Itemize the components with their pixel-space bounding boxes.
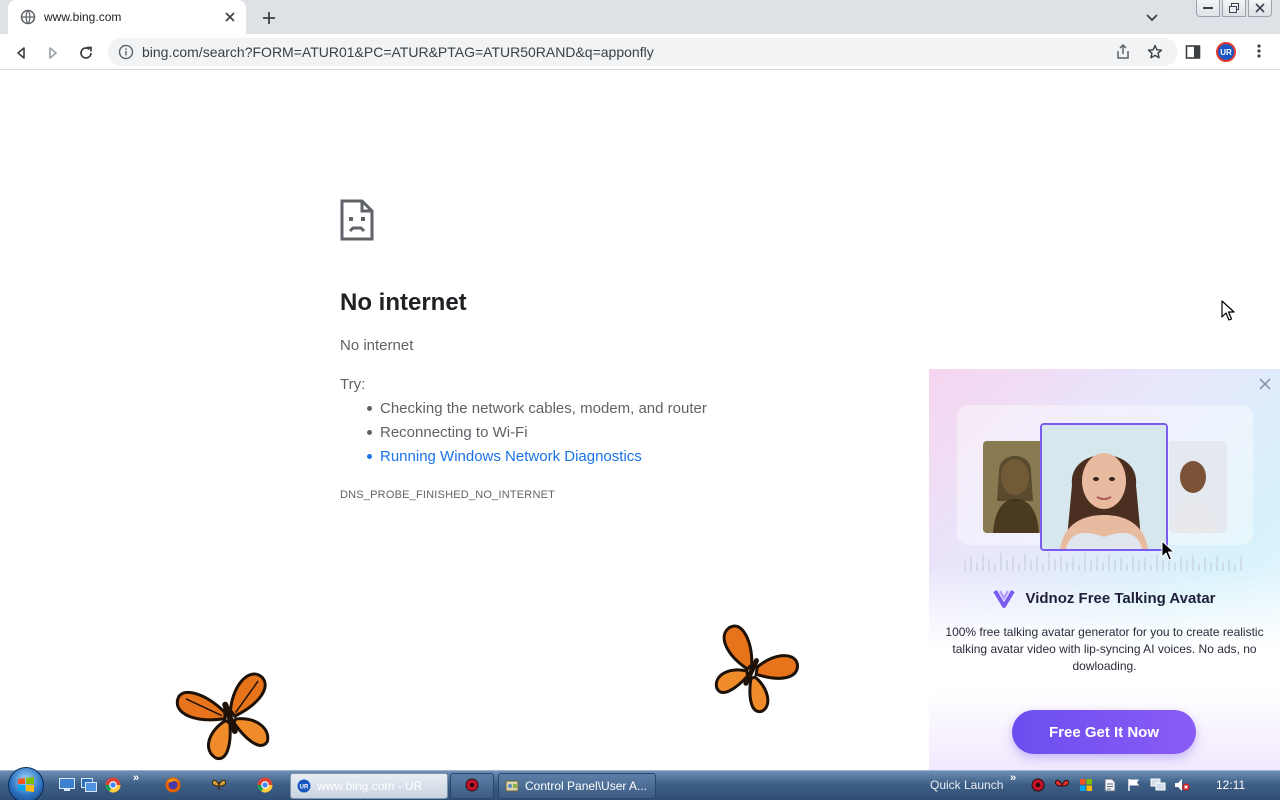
- browser-toolbar: bing.com/search?FORM=ATUR01&PC=ATUR&PTAG…: [0, 34, 1280, 70]
- error-title: No internet: [340, 289, 467, 316]
- page-content: No internet No internet Try: Checking th…: [0, 71, 1280, 770]
- suggestion-list: Checking the network cables, modem, and …: [367, 400, 707, 472]
- new-tab-button[interactable]: [258, 7, 280, 29]
- close-window-button[interactable]: [1248, 0, 1272, 17]
- reload-button[interactable]: [75, 42, 97, 64]
- ur-browser-icon: UR: [297, 779, 311, 793]
- suggestion-item: Reconnecting to Wi-Fi: [367, 424, 707, 448]
- mouse-cursor-icon: [1221, 300, 1235, 321]
- restore-button[interactable]: [1222, 0, 1246, 17]
- svg-text:UR: UR: [300, 785, 309, 791]
- tab-title: www.bing.com: [44, 10, 122, 24]
- error-subtitle: No internet: [340, 337, 414, 354]
- butterfly-app-icon[interactable]: [210, 776, 228, 794]
- error-code: DNS_PROBE_FINISHED_NO_INTERNET: [340, 489, 556, 501]
- quick-launch-overflow-icon[interactable]: »: [133, 772, 139, 784]
- windows-logo-icon: [18, 777, 34, 792]
- vidnoz-logo-icon: [993, 589, 1016, 608]
- system-clock: 12:11: [1216, 778, 1246, 792]
- profile-avatar[interactable]: UR: [1216, 42, 1236, 62]
- chrome-icon[interactable]: [104, 776, 122, 794]
- butterfly-icon: [175, 672, 270, 760]
- network-tray-icon[interactable]: [1150, 777, 1166, 793]
- taskbar-item-control-panel[interactable]: Control Panel\User A...: [498, 773, 656, 799]
- ad-brand-name: Vidnoz Free Talking Avatar: [1025, 589, 1216, 607]
- taskbar-item-browser[interactable]: UR www.bing.com - UR: [290, 773, 448, 799]
- avatar-thumbnail: [1169, 441, 1227, 533]
- suggestion-item: Checking the network cables, modem, and …: [367, 400, 707, 424]
- url-text: bing.com/search?FORM=ATUR01&PC=ATUR&PTAG…: [142, 44, 654, 60]
- side-panel-icon[interactable]: [1184, 43, 1202, 61]
- bookmark-star-icon[interactable]: [1146, 43, 1164, 61]
- document-tray-icon[interactable]: [1102, 777, 1118, 793]
- quick-launch-label: Quick Launch: [930, 778, 1004, 792]
- volume-muted-icon[interactable]: [1174, 777, 1190, 793]
- butterfly-tray-icon[interactable]: [1054, 777, 1070, 793]
- avatar-main-image[interactable]: [1040, 423, 1168, 551]
- more-options-icon[interactable]: [1250, 42, 1268, 60]
- windows-tray-icon[interactable]: [1078, 777, 1094, 793]
- start-button[interactable]: [8, 767, 44, 800]
- quick-launch-overflow-icon[interactable]: »: [1010, 772, 1016, 784]
- share-icon[interactable]: [1114, 43, 1132, 61]
- avatar-thumbnail: [983, 441, 1043, 533]
- address-bar[interactable]: bing.com/search?FORM=ATUR01&PC=ATUR&PTAG…: [108, 38, 1178, 66]
- window-controls: [1196, 0, 1272, 17]
- taskbar-item-label: www.bing.com - UR: [317, 779, 423, 793]
- ad-description: 100% free talking avatar generator for y…: [945, 625, 1264, 673]
- taskbar-item-label: Control Panel\User A...: [525, 779, 648, 793]
- firefox-icon[interactable]: [164, 776, 182, 794]
- tab-strip: www.bing.com: [0, 0, 1280, 34]
- taskbar-item-app[interactable]: [450, 773, 494, 799]
- free-get-it-now-button[interactable]: Free Get It Now: [1012, 710, 1196, 754]
- minimize-button[interactable]: [1196, 0, 1220, 17]
- screen: www.bing.com bing.com/search?FORM=ATUR01…: [0, 0, 1280, 800]
- control-panel-icon: [505, 779, 519, 793]
- red-app-icon: [465, 778, 479, 795]
- audio-waveform-icon: [964, 552, 1242, 571]
- chrome-icon[interactable]: [256, 776, 274, 794]
- forward-button[interactable]: [42, 42, 64, 64]
- close-ad-icon[interactable]: [1258, 377, 1272, 391]
- network-diagnostics-link[interactable]: Running Windows Network Diagnostics: [367, 448, 707, 472]
- show-desktop-icon[interactable]: [58, 776, 76, 794]
- close-tab-icon[interactable]: [222, 9, 238, 25]
- butterfly-icon: [714, 624, 800, 714]
- info-icon[interactable]: [118, 44, 134, 60]
- chevron-down-icon[interactable]: [1142, 8, 1162, 28]
- switch-windows-icon[interactable]: [80, 776, 98, 794]
- globe-icon: [20, 9, 36, 25]
- action-center-flag-icon[interactable]: [1126, 777, 1142, 793]
- ad-brand: Vidnoz Free Talking Avatar: [929, 587, 1280, 609]
- back-button[interactable]: [10, 42, 32, 64]
- red-app-tray-icon[interactable]: [1030, 777, 1046, 793]
- try-label: Try:: [340, 376, 366, 393]
- mouse-cursor-icon: [1161, 540, 1175, 561]
- browser-tab[interactable]: www.bing.com: [8, 0, 246, 34]
- sad-page-icon: [340, 199, 374, 241]
- windows-taskbar: » UR www.bing.com - UR Control Panel\Use…: [0, 767, 1280, 800]
- vidnoz-ad-popup: Vidnoz Free Talking Avatar 100% free tal…: [929, 369, 1280, 770]
